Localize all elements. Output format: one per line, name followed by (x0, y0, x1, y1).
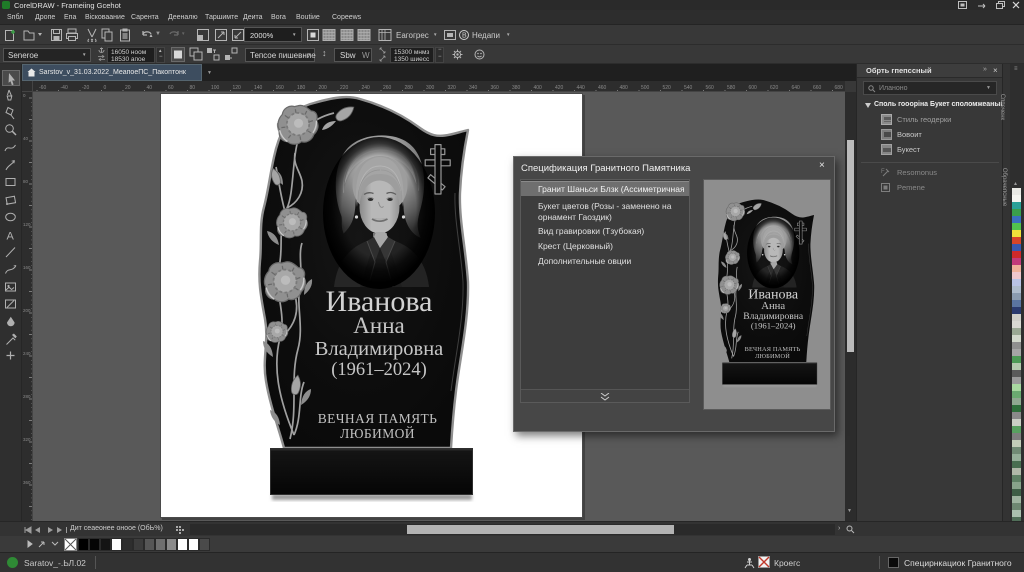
svg-text:420: 420 (555, 85, 564, 91)
svg-text:280: 280 (23, 394, 31, 399)
svg-text:120: 120 (233, 85, 242, 91)
svg-text:580: 580 (727, 85, 736, 91)
svg-text:520: 520 (663, 85, 672, 91)
svg-text:F: F (881, 169, 885, 175)
svg-text:280: 280 (405, 85, 414, 91)
svg-text:380: 380 (512, 85, 521, 91)
svg-text:320: 320 (448, 85, 457, 91)
svg-text:B: B (462, 33, 467, 40)
svg-text:320: 320 (23, 437, 31, 442)
svg-text:200: 200 (23, 308, 31, 313)
svg-text:80: 80 (23, 179, 29, 184)
svg-text:660: 660 (813, 85, 822, 91)
svg-text:340: 340 (469, 85, 478, 91)
svg-text:200: 200 (319, 85, 328, 91)
svg-text:180: 180 (297, 85, 306, 91)
svg-text:480: 480 (620, 85, 629, 91)
svg-text:160: 160 (23, 265, 31, 270)
svg-text:500: 500 (641, 85, 650, 91)
svg-text:A: A (7, 230, 15, 242)
svg-text:680: 680 (835, 85, 844, 91)
svg-text:300: 300 (426, 85, 435, 91)
svg-text:140: 140 (254, 85, 263, 91)
svg-text:80: 80 (190, 85, 196, 91)
svg-text:-60: -60 (39, 85, 46, 91)
svg-text:-40: -40 (61, 85, 68, 91)
svg-text:400: 400 (534, 85, 543, 91)
svg-text:560: 560 (706, 85, 715, 91)
svg-text:40: 40 (147, 85, 153, 91)
svg-text:360: 360 (23, 480, 31, 485)
svg-text:600: 600 (749, 85, 758, 91)
svg-text:160: 160 (276, 85, 285, 91)
svg-text:120: 120 (23, 222, 31, 227)
svg-text:20: 20 (125, 85, 131, 91)
svg-text:0: 0 (23, 93, 26, 98)
svg-text:100: 100 (211, 85, 220, 91)
svg-text:-20: -20 (82, 85, 89, 91)
svg-text:460: 460 (598, 85, 607, 91)
svg-text:0: 0 (104, 85, 107, 91)
svg-text:40: 40 (23, 136, 29, 141)
svg-text:440: 440 (577, 85, 586, 91)
svg-text:240: 240 (23, 351, 31, 356)
svg-text:620: 620 (770, 85, 779, 91)
svg-text:60: 60 (168, 85, 174, 91)
svg-text:240: 240 (362, 85, 371, 91)
svg-text:260: 260 (383, 85, 392, 91)
svg-text:540: 540 (684, 85, 693, 91)
svg-text:220: 220 (340, 85, 349, 91)
svg-text:640: 640 (792, 85, 801, 91)
svg-text:360: 360 (491, 85, 500, 91)
